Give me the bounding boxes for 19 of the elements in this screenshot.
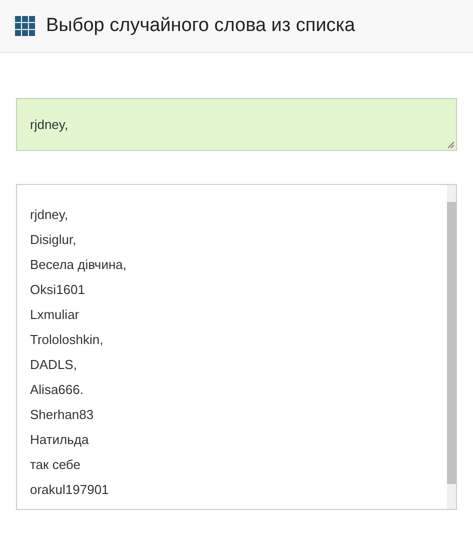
word-line: rjdney, [30,206,70,224]
word-line: Натильда [30,431,90,449]
result-text: rjdney, [30,116,68,134]
word-list-field[interactable]: rjdney, Disiglur, Весела дівчина, Oksi1601 Lxmuliar Trololoshkin, DADLS, Alisa666. Sherhan83 Натильда так себе orakul197901 [16,184,457,510]
grid-icon [15,16,35,36]
resize-handle-icon [447,141,455,149]
word-line: Lxmuliar [30,306,80,324]
word-line: Весела дівчина, [30,256,128,274]
word-line: Oksi1601 [30,281,86,299]
scrollbar[interactable] [447,185,456,509]
word-line: Alisa666. [30,381,84,399]
word-line: так себе [30,456,82,474]
word-line: Trololoshkin, [30,331,104,349]
result-field[interactable]: rjdney, [16,98,457,151]
word-line: DADLS, [30,356,78,374]
word-line: Sherhan83 [30,406,95,424]
word-line: orakul197901 [30,481,110,499]
word-line: Disiglur, [30,231,78,249]
page-title: Выбор случайного слова из списка [46,14,356,38]
